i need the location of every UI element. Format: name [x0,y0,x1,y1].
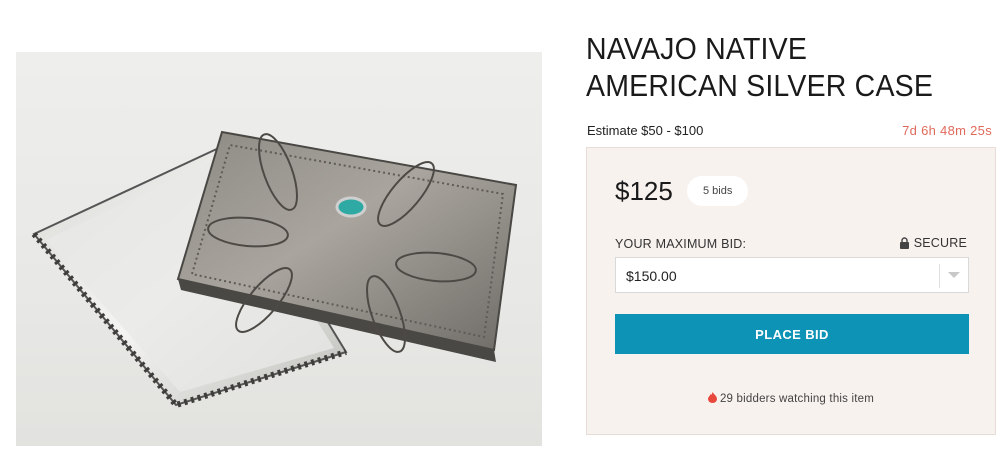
bid-panel: $125 5 bids YOUR MAXIMUM BID: SECURE $15… [586,147,996,435]
watchers-text: 29 bidders watching this item [719,393,875,405]
max-bid-select[interactable]: $150.00 [615,257,969,293]
max-bid-value: $150.00 [626,268,677,284]
estimate-range: Estimate $50 - $100 [587,123,704,138]
watchers-info: 29 bidders watching this item [587,392,995,405]
silver-case-photo [31,130,518,409]
max-bid-label: YOUR MAXIMUM BID: [615,237,747,251]
time-left: 7d 6h 48m 25s [902,123,992,138]
secure-indicator: SECURE [899,236,967,250]
chevron-down-icon [948,272,960,278]
bid-count-badge[interactable]: 5 bids [687,176,749,206]
product-image[interactable] [16,52,542,446]
select-divider [939,264,940,288]
place-bid-button[interactable]: PLACE BID [615,314,969,354]
lock-icon [899,237,909,249]
secure-label: SECURE [913,236,967,250]
current-price: $125 [615,176,673,206]
flame-icon [707,392,717,403]
product-title: NAVAJO NATIVE AMERICAN SILVER CASE [586,31,934,103]
